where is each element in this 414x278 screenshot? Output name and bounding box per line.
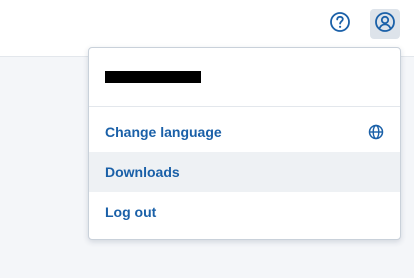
- top-bar: [0, 0, 414, 54]
- user-circle-icon: [374, 11, 396, 38]
- menu-item-label: Downloads: [105, 164, 180, 180]
- globe-icon: [368, 124, 384, 140]
- redacted-account-name: [105, 71, 201, 83]
- menu-item-downloads[interactable]: Downloads: [89, 152, 400, 192]
- menu-item-label: Log out: [105, 204, 157, 220]
- user-account-button[interactable]: [370, 9, 400, 39]
- menu-item-log-out[interactable]: Log out: [89, 192, 400, 232]
- help-button[interactable]: [325, 9, 355, 39]
- user-menu: Change language Downloads Log out: [89, 107, 400, 232]
- menu-item-change-language[interactable]: Change language: [89, 112, 400, 152]
- question-circle-icon: [329, 11, 351, 38]
- user-menu-dropdown: Change language Downloads Log out: [88, 47, 401, 240]
- menu-item-label: Change language: [105, 124, 222, 140]
- account-header: [89, 48, 400, 107]
- app-page: Change language Downloads Log out: [0, 0, 414, 278]
